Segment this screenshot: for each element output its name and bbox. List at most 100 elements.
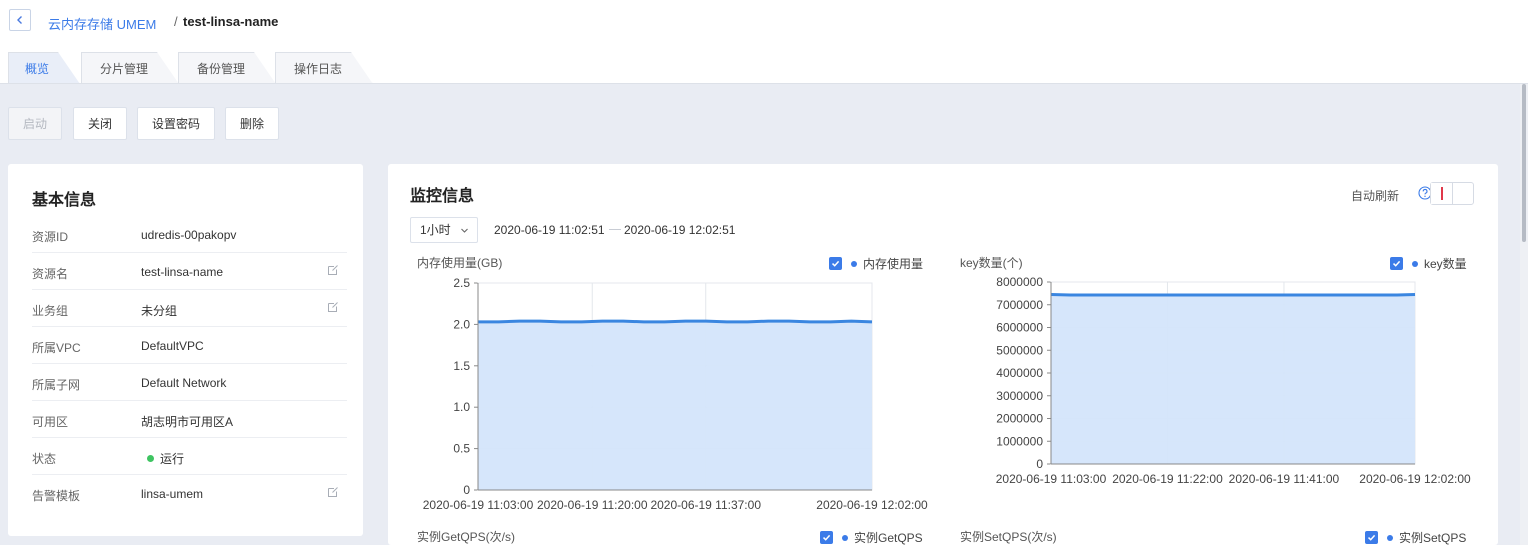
top-bar: 云内存存储 UMEM / test-linsa-name 概览 分片管理 备份管… [0,0,1528,84]
auto-refresh-toggle[interactable] [1430,182,1474,205]
y-tick-label: 2000000 [996,412,1043,426]
legend-label: 实例SetQPS [1399,531,1467,545]
chart-setqps-title: 实例SetQPS(次/s) [960,530,1057,544]
legend-checkbox[interactable] [820,531,833,544]
time-range-end: 2020-06-19 12:02:51 [624,223,736,237]
info-row-subnet: 所属子网 Default Network [32,364,347,401]
set-password-button[interactable]: 设置密码 [137,107,215,140]
time-range-value: 1小时 [420,223,451,237]
back-button[interactable] [9,9,31,31]
series-line [478,319,873,324]
chart-keys-legend[interactable]: key数量 [1390,255,1467,272]
y-tick-label: 3000000 [996,389,1043,403]
y-tick-label: 0 [463,483,470,497]
info-value: test-linsa-name [141,265,224,279]
y-tick-label: 2.5 [453,276,470,290]
x-tick-label: 2020-06-19 11:03:00 [996,472,1107,486]
chart-getqps-title: 实例GetQPS(次/s) [417,530,516,544]
stop-button[interactable]: 关闭 [73,107,127,140]
y-tick-label: 6000000 [996,321,1043,335]
legend-checkbox[interactable] [1390,257,1403,270]
chart-getqps-legend[interactable]: 实例GetQPS [820,529,923,545]
info-label: 所属VPC [32,341,81,355]
info-row-business-group: 业务组 未分组 [32,290,347,327]
info-row-alarm-template: 告警模板 linsa-umem [32,475,347,512]
legend-checkbox[interactable] [829,257,842,270]
y-tick-label: 1.0 [453,400,470,414]
status-dot [147,455,154,462]
legend-dot [842,534,848,541]
check-icon [822,534,831,541]
x-tick-label: 2020-06-19 11:41:00 [1229,472,1340,486]
info-row-resource-id: 资源ID udredis-00pakopv [32,216,347,253]
legend-label: 内存使用量 [863,257,924,271]
y-tick-label: 4000000 [996,366,1043,380]
chart-memory-usage: 2.52.01.51.00.502020-06-19 11:03:00 2020-… [423,276,928,512]
info-label: 状态 [32,452,57,466]
tab-backup-management[interactable]: 备份管理 [178,52,276,84]
info-label: 告警模板 [32,489,81,503]
legend-checkbox[interactable] [1365,531,1378,544]
info-value: DefaultVPC [141,339,204,353]
x-tick-label: 2020-06-19 11:03:00 [423,498,534,512]
x-tick-label: 2020-06-19 11:20:00 [537,498,648,512]
y-tick-label: 0 [1036,457,1043,471]
status-text: 运行 [160,452,185,466]
chevron-down-icon [461,228,468,233]
delete-button[interactable]: 删除 [225,107,279,140]
info-value: linsa-umem [141,487,204,501]
info-label: 可用区 [32,415,69,429]
series-area [1051,294,1415,464]
x-tick-label: 2020-06-19 12:02:00 [816,498,928,512]
chevron-left-icon [17,16,22,24]
breadcrumb-separator: / [174,14,178,29]
info-label: 资源ID [32,230,69,244]
y-tick-label: 8000000 [996,275,1043,289]
basic-info-card: 基本信息 资源ID udredis-00pakopv 资源名 test-lins… [8,164,363,536]
y-tick-label: 2.0 [453,317,470,331]
start-button[interactable]: 启动 [8,107,62,140]
status-badge: 运行 [147,450,184,467]
tab-shard-management[interactable]: 分片管理 [81,52,179,84]
auto-refresh-label: 自动刷新 [1351,189,1400,203]
page-scrollbar[interactable] [1520,84,1528,545]
info-value: 未分组 [141,304,178,318]
legend-dot [1412,260,1418,267]
chart-memory-title: 内存使用量(GB) [417,256,503,270]
info-value: udredis-00pakopv [141,228,237,242]
edit-icon[interactable] [327,486,339,498]
breadcrumb-parent-link[interactable]: 云内存存储 UMEM [48,14,156,33]
info-row-resource-name: 资源名 test-linsa-name [32,253,347,290]
info-row-zone: 可用区 胡志明市可用区A [32,401,347,438]
legend-dot [851,260,857,267]
time-range-select[interactable]: 1小时 [410,217,478,243]
tab-overview[interactable]: 概览 [8,52,80,84]
legend-dot [1387,534,1393,541]
info-row-status: 状态 运行 [32,438,347,475]
toggle-knob [1431,183,1453,204]
info-value: Default Network [141,376,227,390]
check-icon [1367,534,1376,541]
check-icon [1392,260,1401,267]
info-value: 胡志明市可用区A [141,415,234,429]
x-tick-label: 2020-06-19 11:22:00 [1112,472,1223,486]
time-range-dash [609,229,621,230]
chart-setqps-legend[interactable]: 实例SetQPS [1365,529,1466,545]
edit-icon[interactable] [327,264,339,276]
check-icon [831,260,840,267]
x-tick-label: 2020-06-19 11:37:00 [650,498,761,512]
breadcrumb-current: test-linsa-name [183,14,279,29]
chart-keys-title: key数量(个) [960,256,1023,270]
y-tick-label: 0.5 [453,442,470,456]
info-label: 资源名 [32,267,69,281]
tab-operation-log[interactable]: 操作日志 [275,52,373,84]
basic-info-title: 基本信息 [32,192,97,209]
chart-memory-legend[interactable]: 内存使用量 [829,255,923,272]
x-tick-label: 2020-06-19 12:02:00 [1359,472,1471,486]
edit-icon[interactable] [327,301,339,313]
monitor-card: 监控信息 自动刷新 1小时 2020-06-19 11:02:51 2020-0… [388,164,1498,545]
info-row-vpc: 所属VPC DefaultVPC [32,327,347,364]
scrollbar-thumb[interactable] [1522,84,1526,242]
y-tick-label: 5000000 [996,343,1043,357]
tab-divider [0,83,1528,84]
